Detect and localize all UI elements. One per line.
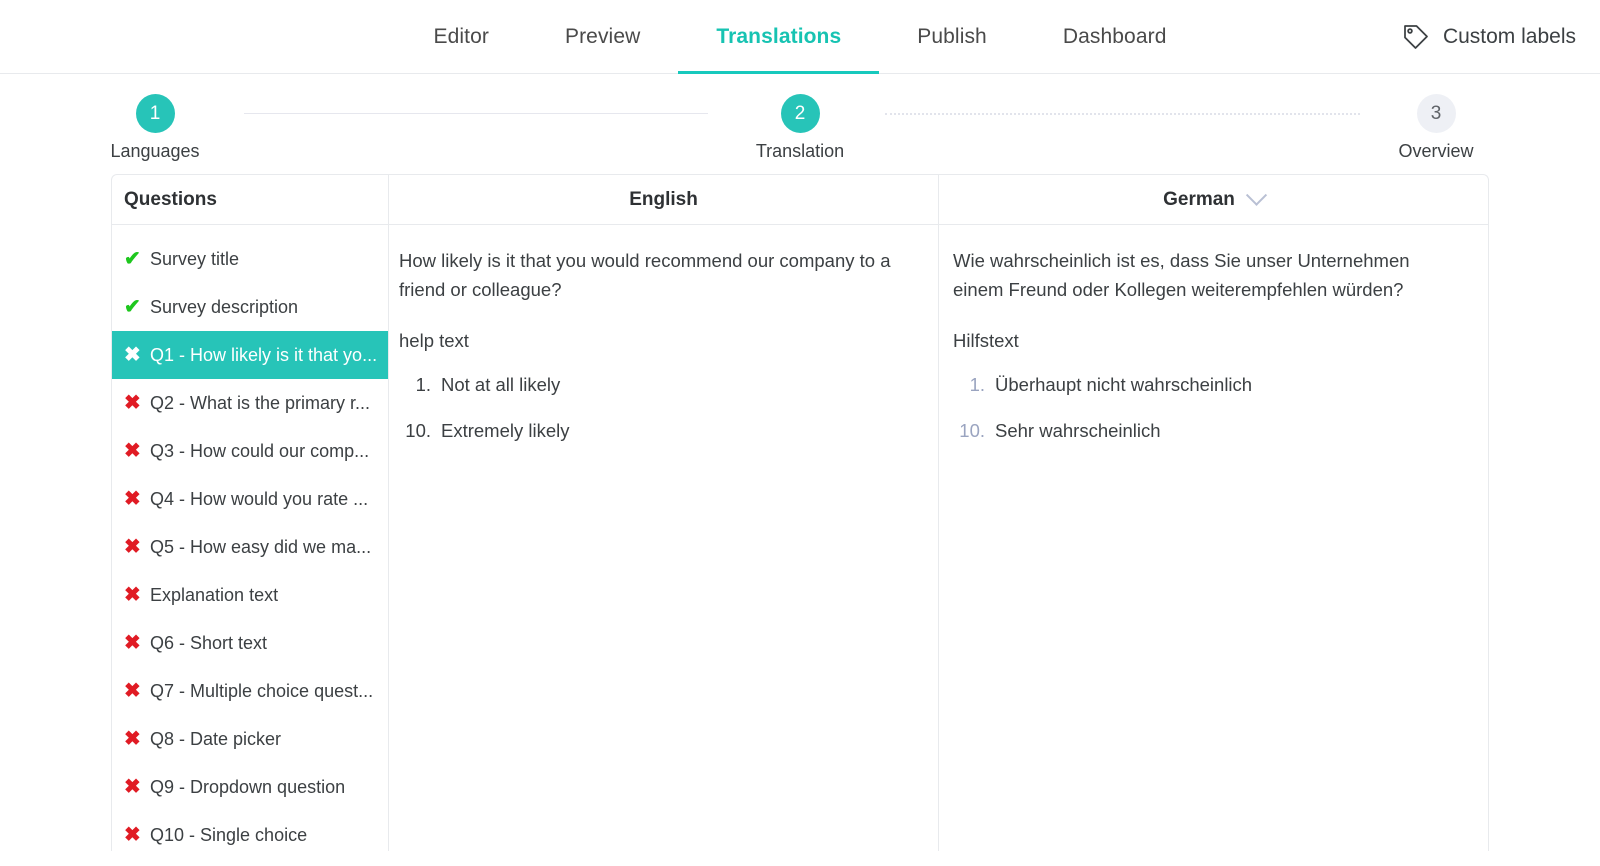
question-list-item[interactable]: ✔Survey title: [112, 235, 388, 283]
tab-translations-label: Translations: [716, 25, 841, 49]
stepper-step-1-caption: Languages: [75, 141, 235, 162]
english-choice-number: 1.: [399, 374, 441, 396]
question-list-item-label: Q3 - How could our comp...: [150, 441, 369, 462]
column-header-german[interactable]: German: [939, 175, 1488, 224]
tag-icon: [1401, 22, 1431, 52]
tab-dashboard[interactable]: Dashboard: [1025, 0, 1205, 73]
questions-list: ✔Survey title✔Survey description✖Q1 - Ho…: [112, 225, 389, 851]
question-list-item-label: Q8 - Date picker: [150, 729, 281, 750]
custom-labels-button[interactable]: Custom labels: [1401, 0, 1576, 74]
chevron-down-icon[interactable]: [1246, 185, 1267, 206]
cross-icon: ✖: [124, 441, 150, 461]
column-header-english: English: [389, 175, 939, 224]
stepper-step-1-number[interactable]: 1: [136, 94, 175, 133]
german-choice-number: 10.: [953, 420, 995, 442]
question-list-item[interactable]: ✖Q9 - Dropdown question: [112, 763, 388, 811]
table-header-row: Questions English German: [112, 175, 1488, 225]
english-translation-cell[interactable]: How likely is it that you would recommen…: [389, 225, 939, 851]
question-list-item[interactable]: ✖Q8 - Date picker: [112, 715, 388, 763]
check-icon: ✔: [124, 249, 150, 269]
translations-table: Questions English German ✔Survey title✔S…: [111, 174, 1489, 851]
cross-icon: ✖: [124, 489, 150, 509]
stepper-connector-1-2: [244, 113, 708, 114]
english-help-text: help text: [399, 330, 914, 352]
column-header-questions: Questions: [112, 175, 389, 224]
cross-icon: ✖: [124, 681, 150, 701]
question-list-item-label: Q1 - How likely is it that yo...: [150, 345, 377, 366]
german-question-text: Wie wahrscheinlich ist es, dass Sie unse…: [953, 247, 1464, 304]
english-choice-item: 1. Not at all likely: [399, 374, 914, 396]
english-choice-number: 10.: [399, 420, 441, 442]
question-list-item-label: Survey title: [150, 249, 239, 270]
column-header-german-label: German: [1163, 189, 1235, 211]
question-list-item-label: Q7 - Multiple choice quest...: [150, 681, 373, 702]
column-header-english-label: English: [629, 189, 698, 211]
english-question-text: How likely is it that you would recommen…: [399, 247, 914, 304]
question-list-item-label: Explanation text: [150, 585, 278, 606]
stepper-step-3-number[interactable]: 3: [1417, 94, 1456, 133]
english-choice-label: Not at all likely: [441, 374, 560, 396]
question-list-item[interactable]: ✖Q6 - Short text: [112, 619, 388, 667]
german-choice-label: Überhaupt nicht wahrscheinlich: [995, 374, 1252, 396]
stepper-step-3-caption: Overview: [1356, 141, 1516, 162]
question-list-item-label: Q9 - Dropdown question: [150, 777, 345, 798]
custom-labels-label: Custom labels: [1443, 25, 1576, 49]
table-body: ✔Survey title✔Survey description✖Q1 - Ho…: [112, 225, 1488, 851]
tab-dashboard-label: Dashboard: [1063, 25, 1167, 49]
question-list-item[interactable]: ✖Q3 - How could our comp...: [112, 427, 388, 475]
question-list-item[interactable]: ✖Q1 - How likely is it that yo...: [112, 331, 388, 379]
question-list-item-label: Q4 - How would you rate ...: [150, 489, 368, 510]
question-list-item[interactable]: ✖Q10 - Single choice: [112, 811, 388, 851]
check-icon: ✔: [124, 297, 150, 317]
column-header-questions-label: Questions: [124, 189, 217, 211]
german-choice-label: Sehr wahrscheinlich: [995, 420, 1161, 442]
english-choice-item: 10. Extremely likely: [399, 420, 914, 442]
english-choice-label: Extremely likely: [441, 420, 570, 442]
top-navigation-bar: Editor Preview Translations Publish Dash…: [0, 0, 1600, 74]
question-list-item-label: Survey description: [150, 297, 298, 318]
question-list-item[interactable]: ✖Q4 - How would you rate ...: [112, 475, 388, 523]
question-list-item-label: Q5 - How easy did we ma...: [150, 537, 371, 558]
german-choice-item: 10. Sehr wahrscheinlich: [953, 420, 1464, 442]
question-list-item[interactable]: ✖Q7 - Multiple choice quest...: [112, 667, 388, 715]
question-list-item[interactable]: ✖Explanation text: [112, 571, 388, 619]
cross-icon: ✖: [124, 585, 150, 605]
tab-editor-label: Editor: [434, 25, 489, 49]
cross-icon: ✖: [124, 729, 150, 749]
stepper-step-overview[interactable]: 3 Overview: [1356, 94, 1516, 162]
nav-tabs: Editor Preview Translations Publish Dash…: [396, 0, 1205, 73]
question-list-item-label: Q6 - Short text: [150, 633, 267, 654]
stepper-step-languages[interactable]: 1 Languages: [75, 94, 235, 162]
tab-publish-label: Publish: [917, 25, 987, 49]
cross-icon: ✖: [124, 537, 150, 557]
german-choice-number: 1.: [953, 374, 995, 396]
tab-publish[interactable]: Publish: [879, 0, 1025, 73]
tab-preview[interactable]: Preview: [527, 0, 678, 73]
question-list-item-label: Q2 - What is the primary r...: [150, 393, 370, 414]
stepper-step-2-caption: Translation: [720, 141, 880, 162]
cross-icon: ✖: [124, 633, 150, 653]
german-translation-cell[interactable]: Wie wahrscheinlich ist es, dass Sie unse…: [939, 225, 1488, 851]
tab-translations[interactable]: Translations: [678, 0, 879, 73]
german-choice-item: 1. Überhaupt nicht wahrscheinlich: [953, 374, 1464, 396]
question-list-item[interactable]: ✖Q5 - How easy did we ma...: [112, 523, 388, 571]
stepper-step-translation[interactable]: 2 Translation: [720, 94, 880, 162]
wizard-stepper: 1 Languages 2 Translation 3 Overview: [0, 74, 1600, 174]
cross-icon: ✖: [124, 825, 150, 845]
german-help-text: Hilfstext: [953, 330, 1464, 352]
question-list-item[interactable]: ✔Survey description: [112, 283, 388, 331]
cross-icon: ✖: [124, 345, 150, 365]
tab-preview-label: Preview: [565, 25, 640, 49]
stepper-connector-2-3: [885, 113, 1360, 115]
question-list-item-label: Q10 - Single choice: [150, 825, 307, 846]
stepper-step-2-number[interactable]: 2: [781, 94, 820, 133]
cross-icon: ✖: [124, 777, 150, 797]
cross-icon: ✖: [124, 393, 150, 413]
tab-editor[interactable]: Editor: [396, 0, 527, 73]
question-list-item[interactable]: ✖Q2 - What is the primary r...: [112, 379, 388, 427]
